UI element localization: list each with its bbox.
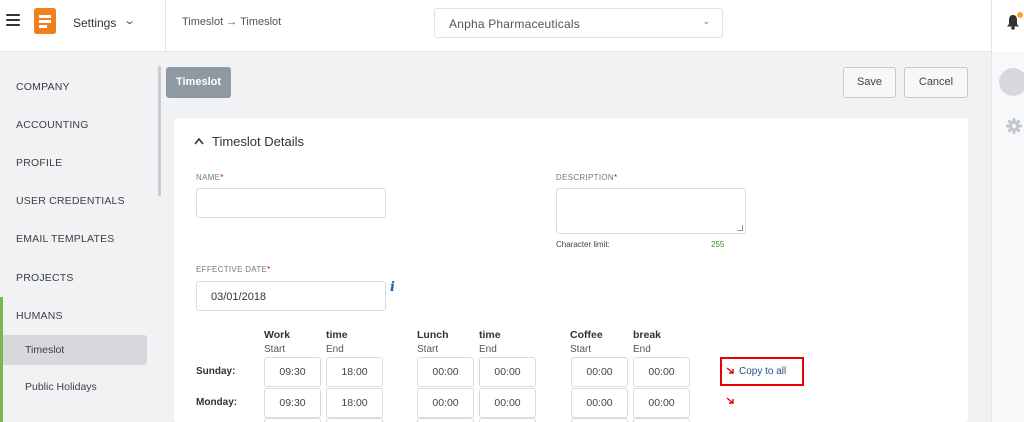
company-select-value: Anpha Pharmaceuticals	[449, 17, 580, 31]
gear-icon[interactable]	[1006, 118, 1022, 134]
char-limit-count: 255	[711, 240, 725, 249]
coffee-start-sub: Start	[570, 344, 592, 355]
effective-date-label: EFFECTIVE DATE*	[196, 265, 271, 274]
day-label-sunday: Sunday:	[196, 366, 236, 377]
sidebar-subitem-public-holidays[interactable]: Public Holidays	[25, 381, 97, 393]
lunch-start-sub: Start	[417, 344, 439, 355]
breadcrumb: Timeslot → Timeslot	[182, 16, 282, 28]
time-input[interactable]: 00:00	[479, 357, 536, 387]
cancel-button[interactable]: Cancel	[904, 67, 968, 98]
resize-handle-icon[interactable]	[737, 225, 743, 231]
time-input[interactable]: 00:00	[571, 388, 628, 418]
time-input[interactable]: 18:00	[326, 388, 383, 418]
time-input[interactable]: 00:00	[417, 388, 474, 418]
time-input[interactable]: 09:30	[264, 388, 321, 418]
sidebar-item-company[interactable]: COMPANY	[16, 81, 70, 93]
work-end-sub: End	[326, 344, 344, 355]
hamburger-menu-icon[interactable]	[6, 14, 20, 28]
app-title[interactable]: Settings	[73, 16, 116, 30]
avatar[interactable]	[999, 68, 1024, 96]
save-button[interactable]: Save	[843, 67, 896, 98]
sidebar-item-projects[interactable]: PROJECTS	[16, 272, 74, 284]
time-input[interactable]: 00:00	[633, 388, 690, 418]
time-input[interactable]	[264, 418, 321, 422]
info-icon[interactable]: i	[390, 280, 395, 295]
coffee-end-sub: End	[633, 344, 651, 355]
notification-dot	[1017, 12, 1023, 18]
time-input[interactable]	[571, 418, 628, 422]
day-label-monday: Monday:	[196, 397, 238, 408]
required-mark: *	[267, 265, 271, 274]
description-label: DESCRIPTION*	[556, 173, 617, 182]
time-input[interactable]	[326, 418, 383, 422]
sidebar-item-profile[interactable]: PROFILE	[16, 157, 62, 169]
lunch-head-b: time	[479, 329, 501, 341]
section-title[interactable]: Timeslot Details	[212, 134, 304, 149]
time-input[interactable]	[479, 418, 536, 422]
chevron-down-icon[interactable]: ⌄	[123, 14, 136, 27]
coffee-head: Coffee	[570, 329, 603, 341]
time-input[interactable]: 00:00	[417, 357, 474, 387]
time-input[interactable]: 00:00	[633, 357, 690, 387]
lunch-end-sub: End	[479, 344, 497, 355]
lunch-head: Lunch	[417, 329, 449, 341]
name-label: NAME*	[196, 173, 224, 182]
coffee-head-b: break	[633, 329, 662, 341]
required-mark: *	[220, 173, 224, 182]
name-label-text: NAME	[196, 173, 221, 182]
sidebar-scrollbar[interactable]	[158, 66, 161, 196]
sidebar-subitem-timeslot[interactable]: Timeslot	[3, 335, 147, 365]
time-input[interactable]: 00:00	[571, 357, 628, 387]
sidebar-item-user-credentials[interactable]: USER CREDENTIALS	[16, 195, 125, 207]
time-input[interactable]	[417, 418, 474, 422]
effective-date-input[interactable]: 03/01/2018	[196, 281, 386, 311]
divider	[165, 0, 166, 52]
chevron-down-icon: ⌄	[702, 16, 710, 26]
time-input[interactable]: 09:30	[264, 357, 321, 387]
char-limit-label: Character limit:	[556, 240, 610, 249]
time-input[interactable]: 18:00	[326, 357, 383, 387]
effective-date-label-text: EFFECTIVE DATE	[196, 265, 268, 274]
work-head: Work	[264, 329, 291, 341]
tab-timeslot[interactable]: Timeslot	[166, 67, 231, 98]
sidebar-item-email-templates[interactable]: EMAIL TEMPLATES	[16, 233, 115, 245]
company-select[interactable]: Anpha Pharmaceuticals ⌄	[434, 8, 723, 38]
chevron-up-icon[interactable]	[194, 137, 204, 145]
work-head-b: time	[326, 329, 348, 341]
time-input[interactable]: 00:00	[479, 388, 536, 418]
copy-arrow-icon	[726, 367, 734, 374]
description-textarea[interactable]	[556, 188, 746, 234]
sidebar-subitem-label: Timeslot	[25, 344, 65, 356]
description-label-text: DESCRIPTION	[556, 173, 614, 182]
copy-arrow-icon[interactable]	[726, 397, 735, 405]
right-strip	[991, 52, 1024, 422]
copy-to-all-label: Copy to all	[739, 366, 787, 377]
sidebar-item-humans[interactable]: HUMANS	[16, 310, 63, 322]
sidebar-item-accounting[interactable]: ACCOUNTING	[16, 119, 89, 131]
work-start-sub: Start	[264, 344, 286, 355]
time-input[interactable]	[633, 418, 690, 422]
required-mark: *	[613, 173, 618, 182]
copy-to-all-button[interactable]: Copy to all	[720, 357, 804, 386]
name-input[interactable]	[196, 188, 386, 218]
app-logo-icon	[34, 8, 56, 34]
